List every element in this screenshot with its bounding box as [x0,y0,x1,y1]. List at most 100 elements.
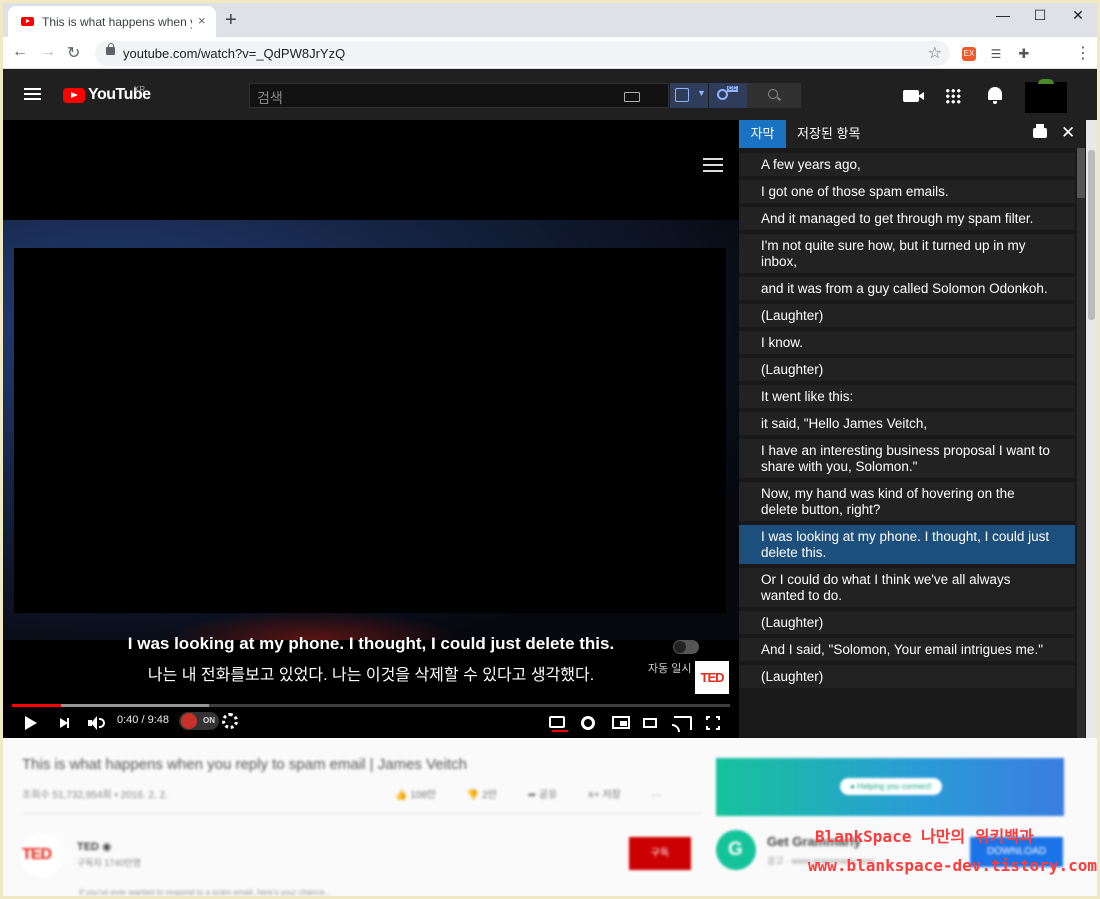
url-text: youtube.com/watch?v=_QdPW8JrYzQ [123,46,346,61]
browser-toolbar: ← → ↻ youtube.com/watch?v=_QdPW8JrYzQ ☆ … [3,37,1097,69]
region-code: KR [134,85,146,94]
transcript-line[interactable]: and it was from a guy called Solomon Odo… [739,277,1075,300]
caption-korean: 나는 내 전화를보고 있었다. 나는 이것을 삭제할 수 있다고 생각했다. [147,667,595,684]
channel-subscribers: 구독자 1740만명 [77,858,141,868]
tab-strip: This is what happens when you reply to s… [3,3,1097,37]
blog-watermark-url: www.blankspace-dev.tistory.com [808,856,1097,875]
forward-arrow-icon[interactable]: → [40,43,56,61]
grammarly-logo[interactable]: G [716,830,756,870]
more-icon[interactable]: ··· [652,790,662,801]
channel-name[interactable]: TED ◉ [77,840,112,853]
tab-captions[interactable]: 자막 [739,120,786,148]
transcript-line[interactable]: And it managed to get through my spam fi… [739,207,1075,230]
close-window-button[interactable]: ✕ [1063,7,1093,24]
extension-toggle[interactable]: ON [179,712,219,730]
puzzle-extension-icon[interactable]: ✚ [1017,47,1031,61]
ted-watermark-text: TED [700,670,725,685]
transcript-line[interactable]: I know. [739,331,1075,354]
channel-logo-text: TED [22,846,52,863]
transcript-line[interactable]: A few years ago, [739,153,1075,176]
transcript-line[interactable]: It went like this: [739,385,1075,408]
video-title: This is what happens when you reply to s… [22,756,467,773]
save-button[interactable]: ≡+ 저장 [588,790,621,801]
transcript-line[interactable]: I'm not quite sure how, but it turned up… [739,234,1075,273]
create-video-icon[interactable] [903,90,924,102]
bookmark-star-icon[interactable]: ☆ [928,43,942,63]
back-arrow-icon[interactable]: ← [12,43,28,61]
browser-menu-icon[interactable]: ⋮ [1075,43,1091,63]
transcript-line[interactable]: I have an interesting business proposal … [739,439,1075,478]
ad-banner[interactable]: ● Helping you connect! [716,758,1064,816]
avatar[interactable] [1025,79,1067,113]
search-input[interactable]: 검색 [249,83,669,108]
like-button[interactable]: 👍 108만 [395,790,436,801]
progress-played [12,704,61,707]
cast-icon[interactable] [672,716,692,732]
autopause-toggle[interactable] [673,640,699,654]
youtube-header: YouTube KR 검색 ▼ CC [3,69,1097,120]
reload-icon[interactable]: ↻ [67,43,80,63]
search-icon [768,89,778,99]
cc-badge: CC [727,86,738,92]
close-icon[interactable]: ✕ [1061,123,1075,143]
volume-icon[interactable] [88,716,105,730]
play-icon[interactable] [25,716,37,730]
address-bar[interactable]: youtube.com/watch?v=_QdPW8JrYzQ ☆ [95,41,950,66]
progress-bar[interactable] [12,704,730,707]
translate-button[interactable]: ▼ [670,83,708,108]
theater-mode-icon[interactable] [643,718,657,728]
share-button[interactable]: ➦ 공유 [528,790,558,801]
video-player[interactable]: I was looking at my phone. I thought, I … [3,120,739,738]
gx-extension-icon[interactable]: EX [962,47,976,61]
browser-tab[interactable]: This is what happens when you reply to s… [8,6,216,37]
transcript-line[interactable]: Now, my hand was kind of hovering on the… [739,482,1075,521]
transcript-line-active[interactable]: I was looking at my phone. I thought, I … [739,525,1075,564]
caption-search-button[interactable]: CC [709,83,747,108]
subtitles-icon[interactable] [549,716,568,732]
ted-watermark: TED [695,661,729,694]
minimize-button[interactable]: — [988,7,1018,23]
transcript-line[interactable]: it said, "Hello James Veitch, [739,412,1075,435]
new-tab-button[interactable]: + [225,10,237,30]
extension-toggle-label: ON [203,716,215,725]
transcript-line[interactable]: And I said, "Solomon, Your email intrigu… [739,638,1075,661]
transcript-scrollbar[interactable] [1077,148,1085,738]
translate-icon [675,88,689,102]
youtube-logo-icon[interactable] [63,88,85,103]
transcript-line[interactable]: Or I could do what I think we've all alw… [739,568,1075,607]
transcript-line[interactable]: (Laughter) [739,611,1075,634]
tab-close-icon[interactable]: × [198,13,206,28]
settings-gear-icon[interactable] [581,716,595,730]
time-display: 0:40 / 9:48 [117,714,169,726]
transcript-line[interactable]: (Laughter) [739,304,1075,327]
list-extension-icon[interactable]: ☰ [989,47,1003,61]
transcript-line[interactable]: I got one of those spam emails. [739,180,1075,203]
player-menu-icon[interactable] [703,158,723,172]
page-scrollbar[interactable] [1086,120,1097,738]
tab-saved[interactable]: 저장된 항목 [797,120,860,148]
next-icon[interactable] [60,718,69,728]
apps-grid-icon[interactable] [945,88,961,104]
keyboard-icon[interactable] [624,92,640,102]
guide-menu-icon[interactable] [24,88,41,100]
maximize-button[interactable]: ☐ [1025,7,1055,24]
extension-logo-icon [181,713,197,729]
notifications-bell-icon[interactable] [988,87,1002,104]
transcript-line[interactable]: (Laughter) [739,665,1075,688]
tab-title: This is what happens when you reply to s… [42,15,192,29]
ad-pill: ● Helping you connect! [840,778,942,795]
transcript-line[interactable]: (Laughter) [739,358,1075,381]
dislike-button[interactable]: 👎 2만 [467,790,497,801]
channel-avatar[interactable]: TED [20,833,64,877]
description-snippet: If you've ever wanted to respond to a sc… [79,888,332,896]
miniplayer-icon[interactable] [612,716,630,729]
search-button[interactable] [747,83,801,108]
transcript-tabs: 자막 저장된 항목 ✕ [739,120,1085,148]
fullscreen-icon[interactable] [706,716,720,730]
print-icon[interactable] [1033,124,1047,138]
grammarly-logo-text: G [728,839,743,860]
extension-settings-icon[interactable] [222,713,238,729]
subscribe-button[interactable]: 구독 [629,837,691,870]
transcript-list: A few years ago, I got one of those spam … [739,153,1075,692]
youtube-favicon-icon [21,17,34,26]
